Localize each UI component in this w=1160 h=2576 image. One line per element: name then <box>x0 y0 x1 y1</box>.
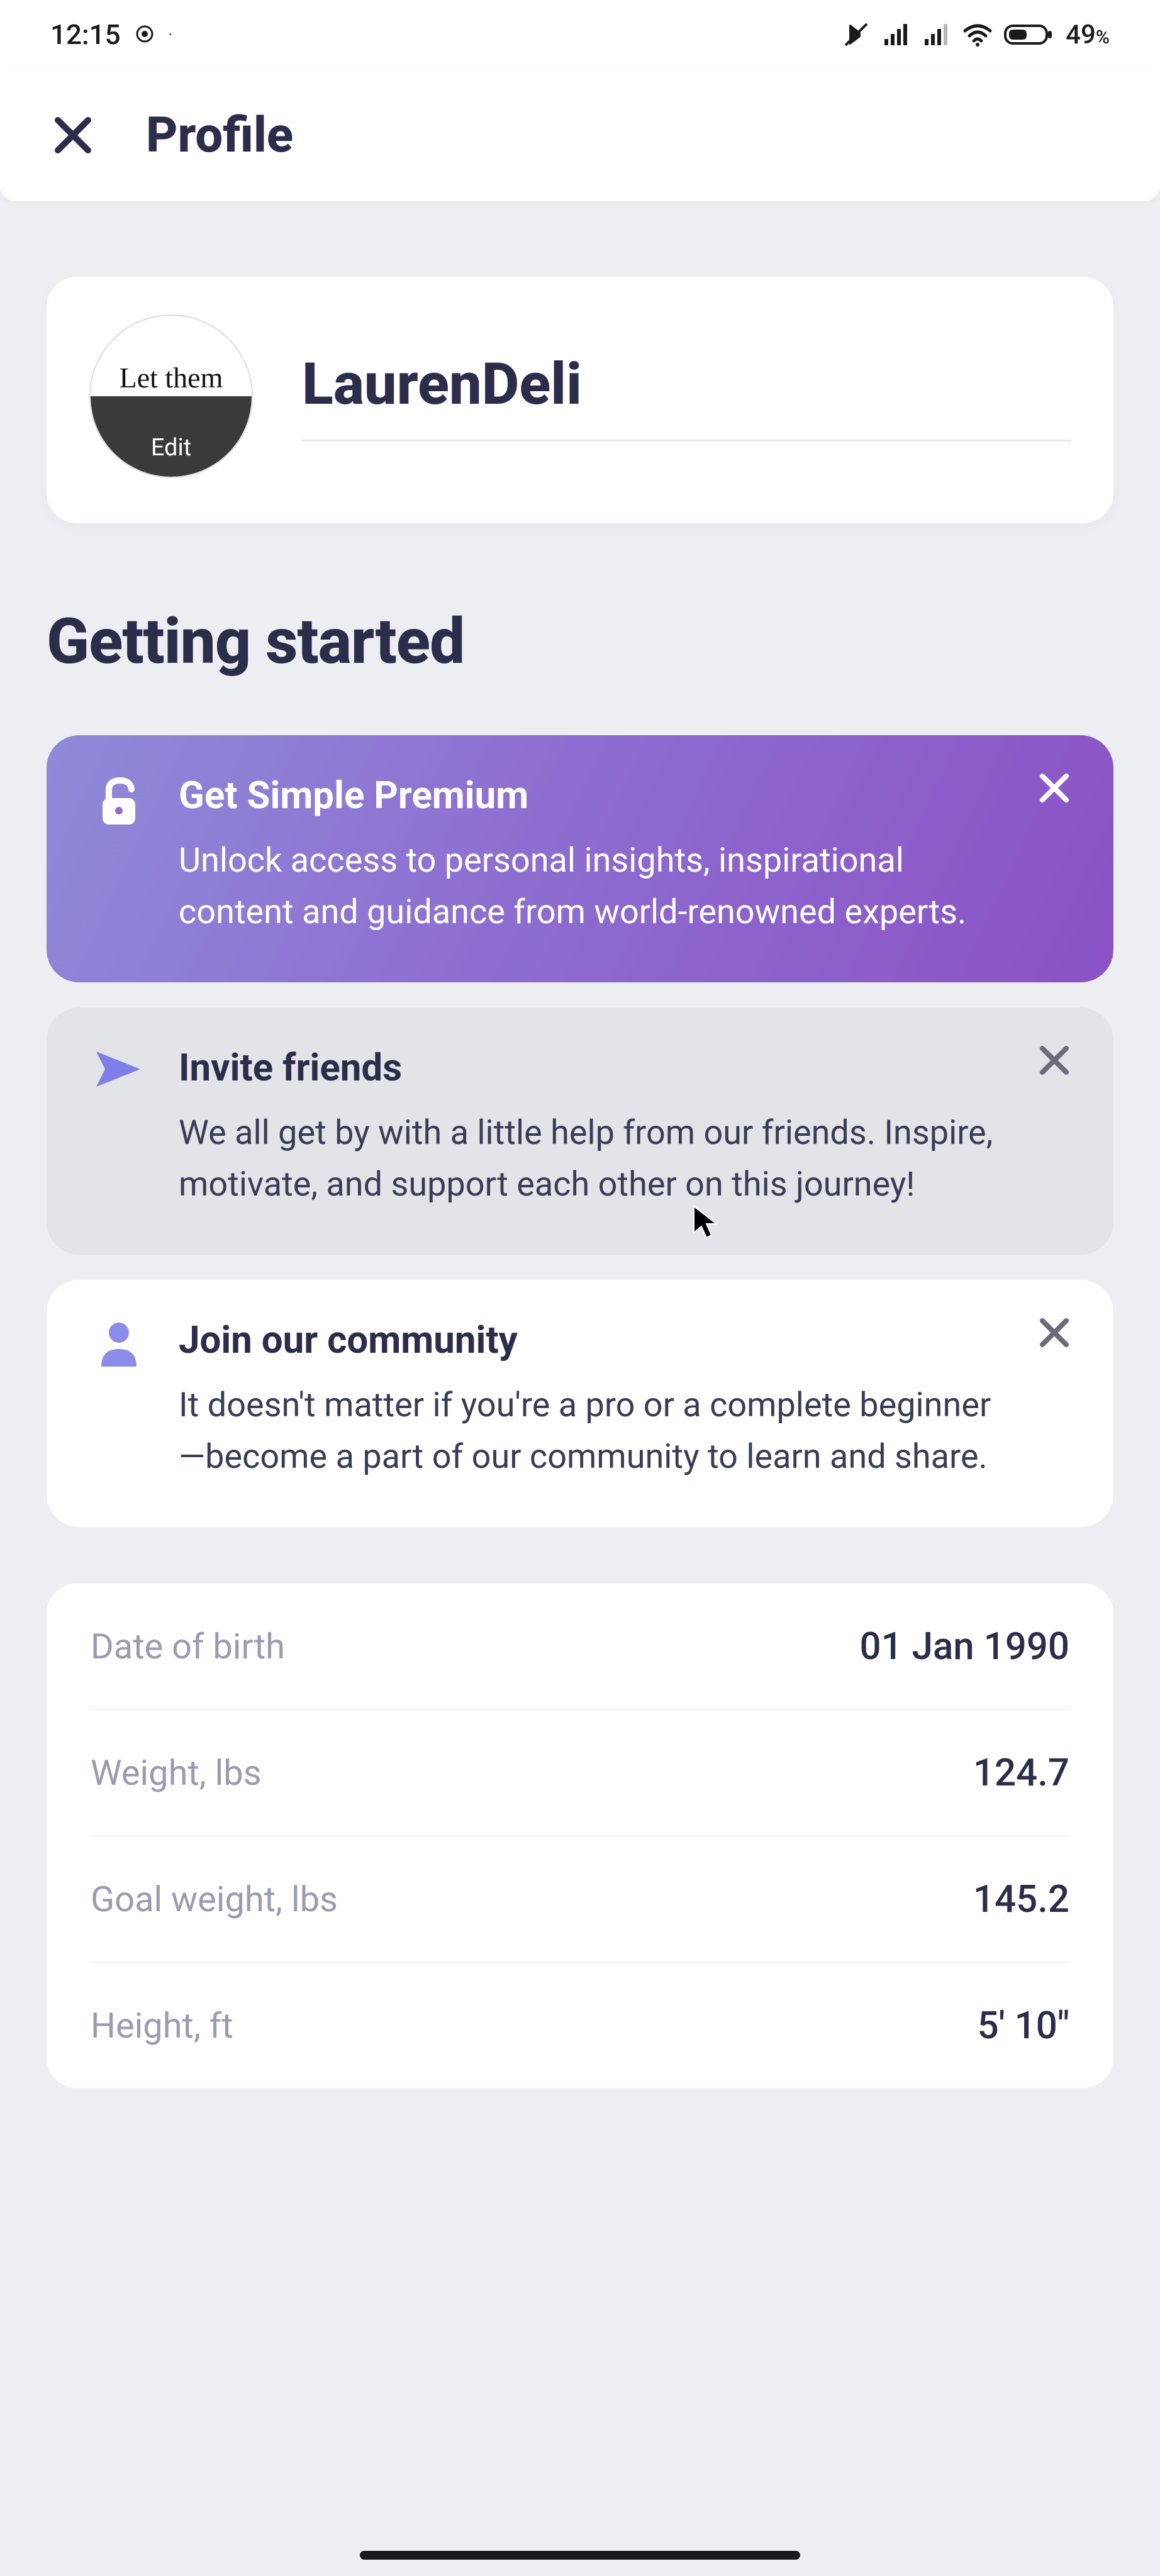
detail-value: 5' 10" <box>978 2003 1069 2048</box>
avatar[interactable]: Let them Edit <box>89 314 253 478</box>
card-title: Join our community <box>179 1318 1007 1362</box>
card-close-button[interactable] <box>1034 768 1074 808</box>
rec-indicator-icon <box>135 18 155 51</box>
detail-label: Height, ft <box>91 2005 233 2046</box>
dot-icon: · <box>169 26 173 43</box>
detail-label: Date of birth <box>91 1626 285 1667</box>
battery-percent: 49% <box>1066 19 1110 50</box>
section-heading-getting-started: Getting started <box>47 605 1113 679</box>
card-community[interactable]: Join our community It doesn't matter if … <box>47 1280 1113 1527</box>
detail-value: 01 Jan 1990 <box>859 1624 1069 1668</box>
card-close-button[interactable] <box>1034 1313 1074 1353</box>
card-invite[interactable]: Invite friends We all get by with a litt… <box>47 1008 1113 1255</box>
card-text: We all get by with a little help from ou… <box>179 1108 1007 1211</box>
status-time: 12:15 <box>50 18 121 51</box>
app-header: Profile <box>0 69 1160 201</box>
detail-goal-weight[interactable]: Goal weight, lbs 145.2 <box>91 1836 1069 1963</box>
detail-height[interactable]: Height, ft 5' 10" <box>91 1963 1069 2088</box>
avatar-edit-label: Edit <box>91 434 252 462</box>
card-title: Get Simple Premium <box>179 773 1007 818</box>
signal-icon <box>922 20 951 49</box>
card-text: Unlock access to personal insights, insp… <box>179 835 1007 938</box>
detail-label: Weight, lbs <box>91 1752 262 1794</box>
card-title: Invite friends <box>179 1045 1007 1090</box>
page-title: Profile <box>146 107 293 164</box>
unlock-icon <box>91 773 147 938</box>
detail-label: Goal weight, lbs <box>91 1879 338 1920</box>
close-button[interactable] <box>50 113 96 158</box>
detail-weight[interactable]: Weight, lbs 124.7 <box>91 1710 1069 1836</box>
card-close-button[interactable] <box>1034 1040 1074 1080</box>
wifi-icon <box>962 19 993 50</box>
detail-dob[interactable]: Date of birth 01 Jan 1990 <box>91 1584 1069 1710</box>
home-indicator[interactable] <box>360 2551 800 2560</box>
send-icon <box>91 1045 147 1211</box>
details-card: Date of birth 01 Jan 1990 Weight, lbs 12… <box>47 1584 1113 2088</box>
username-field[interactable]: LaurenDeli <box>302 351 1071 441</box>
detail-value: 124.7 <box>973 1750 1069 1795</box>
card-premium[interactable]: Get Simple Premium Unlock access to pers… <box>47 735 1113 982</box>
profile-card: Let them Edit LaurenDeli <box>47 277 1113 523</box>
person-icon <box>91 1318 147 1483</box>
battery-icon <box>1004 22 1054 47</box>
avatar-image-text: Let them <box>91 361 252 394</box>
card-text: It doesn't matter if you're a pro or a c… <box>179 1380 1007 1483</box>
detail-value: 145.2 <box>973 1877 1069 1921</box>
mute-icon <box>842 20 871 49</box>
signal-icon <box>882 20 911 49</box>
status-bar: 12:15 · 49% <box>0 0 1160 69</box>
